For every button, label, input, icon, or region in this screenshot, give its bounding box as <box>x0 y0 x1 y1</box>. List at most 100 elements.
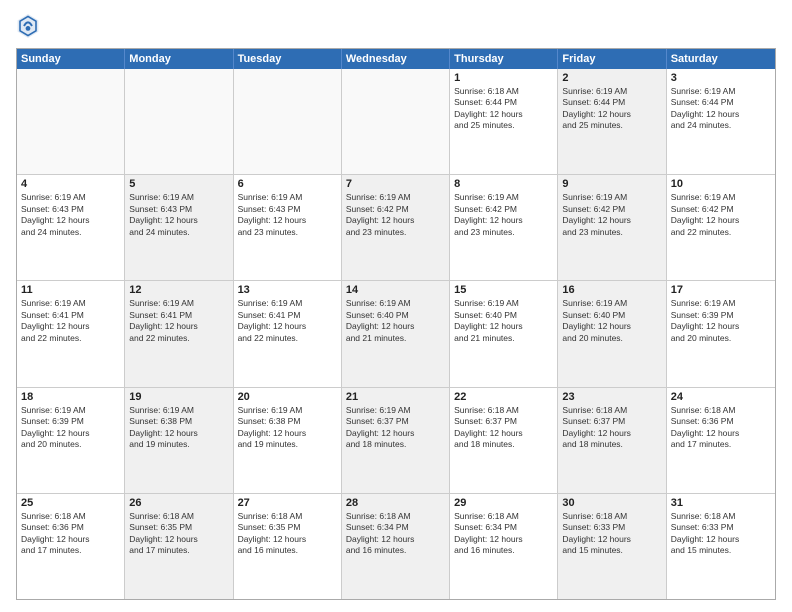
cell-info-text: Sunrise: 6:19 AM Sunset: 6:41 PM Dayligh… <box>238 298 337 344</box>
day-number: 13 <box>238 284 337 296</box>
day-number: 15 <box>454 284 553 296</box>
cell-info-text: Sunrise: 6:19 AM Sunset: 6:43 PM Dayligh… <box>238 192 337 238</box>
calendar-cell: 5 Sunrise: 6:19 AM Sunset: 6:43 PM Daylig… <box>125 175 233 280</box>
day-number: 28 <box>346 497 445 509</box>
cell-info-text: Sunrise: 6:19 AM Sunset: 6:39 PM Dayligh… <box>671 298 771 344</box>
calendar-cell: 17 Sunrise: 6:19 AM Sunset: 6:39 PM Dayli… <box>667 281 775 386</box>
logo-icon <box>16 12 40 40</box>
calendar-cell: 29 Sunrise: 6:18 AM Sunset: 6:34 PM Dayli… <box>450 494 558 599</box>
cell-info-text: Sunrise: 6:18 AM Sunset: 6:33 PM Dayligh… <box>562 511 661 557</box>
calendar-cell: 12 Sunrise: 6:19 AM Sunset: 6:41 PM Dayli… <box>125 281 233 386</box>
calendar: SundayMondayTuesdayWednesdayThursdayFrid… <box>17 49 775 599</box>
calendar-cell: 11 Sunrise: 6:19 AM Sunset: 6:41 PM Dayli… <box>17 281 125 386</box>
day-number: 25 <box>21 497 120 509</box>
day-number: 26 <box>129 497 228 509</box>
cell-info-text: Sunrise: 6:19 AM Sunset: 6:39 PM Dayligh… <box>21 405 120 451</box>
day-number: 6 <box>238 178 337 190</box>
calendar-body: 1 Sunrise: 6:18 AM Sunset: 6:44 PM Daylig… <box>17 69 775 599</box>
calendar-week-2: 4 Sunrise: 6:19 AM Sunset: 6:43 PM Daylig… <box>17 175 775 281</box>
day-number: 17 <box>671 284 771 296</box>
day-number: 14 <box>346 284 445 296</box>
day-number: 31 <box>671 497 771 509</box>
cell-info-text: Sunrise: 6:19 AM Sunset: 6:38 PM Dayligh… <box>129 405 228 451</box>
day-number: 23 <box>562 391 661 403</box>
calendar-cell: 23Sunrise: 6:18 AM Sunset: 6:37 PM Dayli… <box>558 388 666 493</box>
day-number: 29 <box>454 497 553 509</box>
header <box>16 12 776 40</box>
calendar-cell: 20Sunrise: 6:19 AM Sunset: 6:38 PM Dayli… <box>234 388 342 493</box>
calendar-week-3: 11 Sunrise: 6:19 AM Sunset: 6:41 PM Dayli… <box>17 281 775 387</box>
calendar-cell: 31Sunrise: 6:18 AM Sunset: 6:33 PM Dayli… <box>667 494 775 599</box>
day-number: 10 <box>671 178 771 190</box>
cell-info-text: Sunrise: 6:19 AM Sunset: 6:42 PM Dayligh… <box>346 192 445 238</box>
calendar-cell: 1 Sunrise: 6:18 AM Sunset: 6:44 PM Daylig… <box>450 69 558 174</box>
header-day-saturday: Saturday <box>667 49 775 69</box>
calendar-cell: 14 Sunrise: 6:19 AM Sunset: 6:40 PM Dayli… <box>342 281 450 386</box>
calendar-cell: 21 Sunrise: 6:19 AM Sunset: 6:37 PM Dayli… <box>342 388 450 493</box>
day-number: 8 <box>454 178 553 190</box>
cell-info-text: Sunrise: 6:18 AM Sunset: 6:35 PM Dayligh… <box>238 511 337 557</box>
cell-info-text: Sunrise: 6:18 AM Sunset: 6:36 PM Dayligh… <box>21 511 120 557</box>
day-number: 11 <box>21 284 120 296</box>
calendar-cell <box>17 69 125 174</box>
day-number: 7 <box>346 178 445 190</box>
header-day-sunday: Sunday <box>17 49 125 69</box>
day-number: 19 <box>129 391 228 403</box>
calendar-cell: 24Sunrise: 6:18 AM Sunset: 6:36 PM Dayli… <box>667 388 775 493</box>
day-number: 9 <box>562 178 661 190</box>
day-number: 16 <box>562 284 661 296</box>
calendar-container: SundayMondayTuesdayWednesdayThursdayFrid… <box>16 48 776 600</box>
logo <box>16 12 44 40</box>
cell-info-text: Sunrise: 6:19 AM Sunset: 6:42 PM Dayligh… <box>671 192 771 238</box>
calendar-cell: 9Sunrise: 6:19 AM Sunset: 6:42 PM Daylig… <box>558 175 666 280</box>
calendar-cell: 8 Sunrise: 6:19 AM Sunset: 6:42 PM Daylig… <box>450 175 558 280</box>
header-day-monday: Monday <box>125 49 233 69</box>
cell-info-text: Sunrise: 6:19 AM Sunset: 6:43 PM Dayligh… <box>129 192 228 238</box>
calendar-cell: 30 Sunrise: 6:18 AM Sunset: 6:33 PM Dayli… <box>558 494 666 599</box>
header-day-friday: Friday <box>558 49 666 69</box>
day-number: 12 <box>129 284 228 296</box>
cell-info-text: Sunrise: 6:19 AM Sunset: 6:44 PM Dayligh… <box>671 86 771 132</box>
header-day-tuesday: Tuesday <box>234 49 342 69</box>
calendar-cell: 27 Sunrise: 6:18 AM Sunset: 6:35 PM Dayli… <box>234 494 342 599</box>
calendar-cell: 15 Sunrise: 6:19 AM Sunset: 6:40 PM Dayli… <box>450 281 558 386</box>
calendar-week-1: 1 Sunrise: 6:18 AM Sunset: 6:44 PM Daylig… <box>17 69 775 175</box>
day-number: 3 <box>671 72 771 84</box>
calendar-cell: 2Sunrise: 6:19 AM Sunset: 6:44 PM Daylig… <box>558 69 666 174</box>
day-number: 21 <box>346 391 445 403</box>
calendar-cell: 7 Sunrise: 6:19 AM Sunset: 6:42 PM Daylig… <box>342 175 450 280</box>
day-number: 30 <box>562 497 661 509</box>
calendar-cell: 22 Sunrise: 6:18 AM Sunset: 6:37 PM Dayli… <box>450 388 558 493</box>
calendar-cell: 26 Sunrise: 6:18 AM Sunset: 6:35 PM Dayli… <box>125 494 233 599</box>
calendar-cell: 25 Sunrise: 6:18 AM Sunset: 6:36 PM Dayli… <box>17 494 125 599</box>
calendar-cell <box>342 69 450 174</box>
cell-info-text: Sunrise: 6:19 AM Sunset: 6:40 PM Dayligh… <box>346 298 445 344</box>
calendar-cell: 19 Sunrise: 6:19 AM Sunset: 6:38 PM Dayli… <box>125 388 233 493</box>
cell-info-text: Sunrise: 6:19 AM Sunset: 6:40 PM Dayligh… <box>454 298 553 344</box>
cell-info-text: Sunrise: 6:19 AM Sunset: 6:43 PM Dayligh… <box>21 192 120 238</box>
day-number: 4 <box>21 178 120 190</box>
cell-info-text: Sunrise: 6:19 AM Sunset: 6:41 PM Dayligh… <box>129 298 228 344</box>
day-number: 27 <box>238 497 337 509</box>
day-number: 22 <box>454 391 553 403</box>
header-day-thursday: Thursday <box>450 49 558 69</box>
calendar-cell <box>125 69 233 174</box>
calendar-week-5: 25 Sunrise: 6:18 AM Sunset: 6:36 PM Dayli… <box>17 494 775 599</box>
day-number: 1 <box>454 72 553 84</box>
cell-info-text: Sunrise: 6:18 AM Sunset: 6:35 PM Dayligh… <box>129 511 228 557</box>
calendar-cell: 13 Sunrise: 6:19 AM Sunset: 6:41 PM Dayli… <box>234 281 342 386</box>
cell-info-text: Sunrise: 6:18 AM Sunset: 6:37 PM Dayligh… <box>454 405 553 451</box>
calendar-cell: 28Sunrise: 6:18 AM Sunset: 6:34 PM Dayli… <box>342 494 450 599</box>
calendar-cell: 6 Sunrise: 6:19 AM Sunset: 6:43 PM Daylig… <box>234 175 342 280</box>
day-number: 5 <box>129 178 228 190</box>
calendar-cell: 10 Sunrise: 6:19 AM Sunset: 6:42 PM Dayli… <box>667 175 775 280</box>
cell-info-text: Sunrise: 6:19 AM Sunset: 6:42 PM Dayligh… <box>454 192 553 238</box>
cell-info-text: Sunrise: 6:18 AM Sunset: 6:44 PM Dayligh… <box>454 86 553 132</box>
calendar-cell: 16Sunrise: 6:19 AM Sunset: 6:40 PM Dayli… <box>558 281 666 386</box>
page: SundayMondayTuesdayWednesdayThursdayFrid… <box>0 0 792 612</box>
day-number: 2 <box>562 72 661 84</box>
calendar-cell: 18Sunrise: 6:19 AM Sunset: 6:39 PM Dayli… <box>17 388 125 493</box>
cell-info-text: Sunrise: 6:19 AM Sunset: 6:41 PM Dayligh… <box>21 298 120 344</box>
cell-info-text: Sunrise: 6:19 AM Sunset: 6:37 PM Dayligh… <box>346 405 445 451</box>
cell-info-text: Sunrise: 6:18 AM Sunset: 6:34 PM Dayligh… <box>454 511 553 557</box>
